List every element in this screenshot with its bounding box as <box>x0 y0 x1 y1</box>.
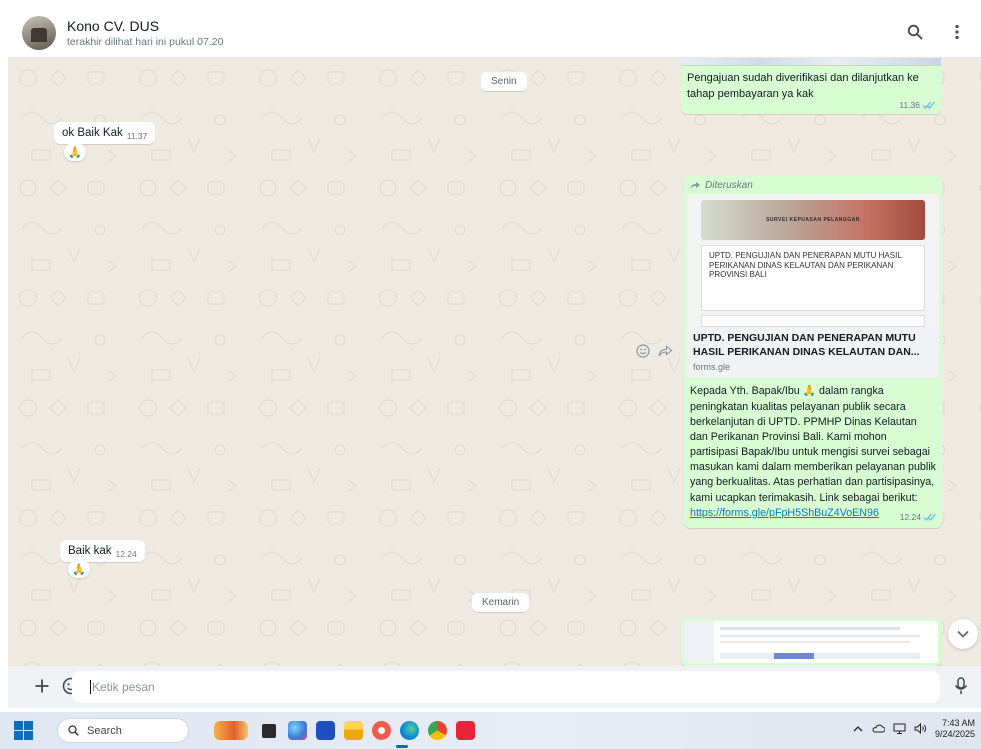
double-check-icon <box>922 101 935 109</box>
message-time: 11.37 <box>126 131 148 141</box>
link-preview[interactable]: SURVEI KEPUASAN PELANGGAN UPTD. PENGUJIA… <box>687 194 939 379</box>
file-explorer-icon[interactable] <box>344 721 363 740</box>
incoming-message-ok[interactable]: ok Baik Kak 11.37 <box>54 122 156 144</box>
message-input[interactable]: Ketik pesan <box>72 671 940 703</box>
outgoing-message-screenshot[interactable] <box>681 618 941 666</box>
survey-form-card: UPTD. PENGUJIAN DAN PENERAPAN MUTU HASIL… <box>701 245 925 311</box>
active-app-indicator <box>396 745 408 748</box>
copilot-icon[interactable] <box>288 721 307 740</box>
network-icon[interactable] <box>893 723 906 736</box>
system-clock[interactable]: 7:43 AM 9/24/2025 <box>935 718 975 741</box>
attached-image-thumbnail[interactable] <box>681 58 941 66</box>
message-body: Kepada Yth. Bapak/Ibu 🙏 dalam rangka pen… <box>690 385 936 519</box>
onedrive-cloud-icon[interactable] <box>871 724 886 735</box>
taskbar-widget-icon[interactable] <box>214 721 248 740</box>
link-preview-image: SURVEI KEPUASAN PELANGGAN UPTD. PENGUJIA… <box>687 194 939 327</box>
store-icon[interactable] <box>316 721 335 740</box>
forward-icon <box>690 182 700 189</box>
chat-header[interactable]: Kono CV. DUS terakhir dilihat hari ini p… <box>8 8 981 58</box>
windows-taskbar: Search 7:43 AM 9/24/2025 <box>0 712 981 749</box>
link-preview-title: UPTD. PENGUJIAN DAN PENERAPAN MUTU HASIL… <box>693 332 920 359</box>
message-time: 12.24 <box>115 549 137 559</box>
message-text: Baik kak <box>68 545 112 557</box>
edge-browser-icon[interactable] <box>400 721 419 740</box>
chat-area[interactable]: Senin Pengajuan sudah diverifikasi dan d… <box>8 58 981 666</box>
forward-message-icon[interactable] <box>658 345 673 357</box>
contact-info[interactable]: Kono CV. DUS terakhir dilihat hari ini p… <box>67 18 223 48</box>
date-separator-senin: Senin <box>481 72 527 91</box>
date-separator-kemarin: Kemarin <box>472 593 530 612</box>
message-text: Pengajuan sudah diverifikasi dan dilanju… <box>687 72 919 100</box>
message-placeholder: Ketik pesan <box>90 680 155 694</box>
survey-link[interactable]: https://forms.gle/pFpH5ShBuZ4VoEN96 <box>690 507 879 519</box>
clock-time: 7:43 AM <box>941 718 975 728</box>
chrome-icon[interactable] <box>428 721 447 740</box>
contact-name: Kono CV. DUS <box>67 17 160 34</box>
attached-image-thumbnail[interactable] <box>684 621 938 663</box>
chevron-down-icon <box>957 630 969 638</box>
chevron-up-icon[interactable] <box>853 724 863 734</box>
link-preview-domain: forms.gle <box>693 362 731 373</box>
double-check-icon <box>923 513 936 521</box>
message-time: 11.36 <box>899 100 920 110</box>
reaction-pray[interactable]: 🙏 <box>68 560 90 578</box>
wps-office-icon[interactable] <box>456 721 475 740</box>
system-tray: 7:43 AM 9/24/2025 <box>853 718 975 741</box>
search-icon[interactable] <box>905 22 925 42</box>
windows-start-icon[interactable] <box>14 721 33 745</box>
plus-icon[interactable] <box>34 678 50 699</box>
scroll-to-bottom-button[interactable] <box>948 619 978 649</box>
reaction-pray[interactable]: 🙏 <box>64 143 86 161</box>
mic-icon[interactable] <box>954 677 968 700</box>
contact-avatar[interactable] <box>22 15 56 50</box>
message-composer: Ketik pesan <box>8 666 981 708</box>
clock-date: 9/24/2025 <box>934 729 975 740</box>
task-view-icon[interactable] <box>262 724 276 738</box>
incoming-message-baik[interactable]: Baik kak 12.24 <box>60 540 145 562</box>
taskbar-search-label: Search <box>87 724 122 737</box>
taskbar-search[interactable]: Search <box>57 718 189 743</box>
survey-banner: SURVEI KEPUASAN PELANGGAN <box>701 200 925 240</box>
message-time: 12.24 <box>899 512 921 522</box>
forwarded-label: Diteruskan <box>684 176 942 194</box>
search-icon <box>68 725 79 736</box>
message-text: ok Baik Kak <box>62 127 123 139</box>
emoji-reaction-icon[interactable] <box>636 344 650 358</box>
outgoing-message-verification[interactable]: Pengajuan sudah diverifikasi dan dilanju… <box>681 58 941 114</box>
outgoing-message-forwarded-survey[interactable]: Diteruskan SURVEI KEPUASAN PELANGGAN UPT… <box>684 176 942 528</box>
last-seen-status: terakhir dilihat hari ini pukul 07.20 <box>67 35 224 48</box>
app-icon-orange[interactable] <box>372 721 391 740</box>
volume-icon[interactable] <box>914 722 927 736</box>
menu-icon[interactable] <box>947 22 967 42</box>
